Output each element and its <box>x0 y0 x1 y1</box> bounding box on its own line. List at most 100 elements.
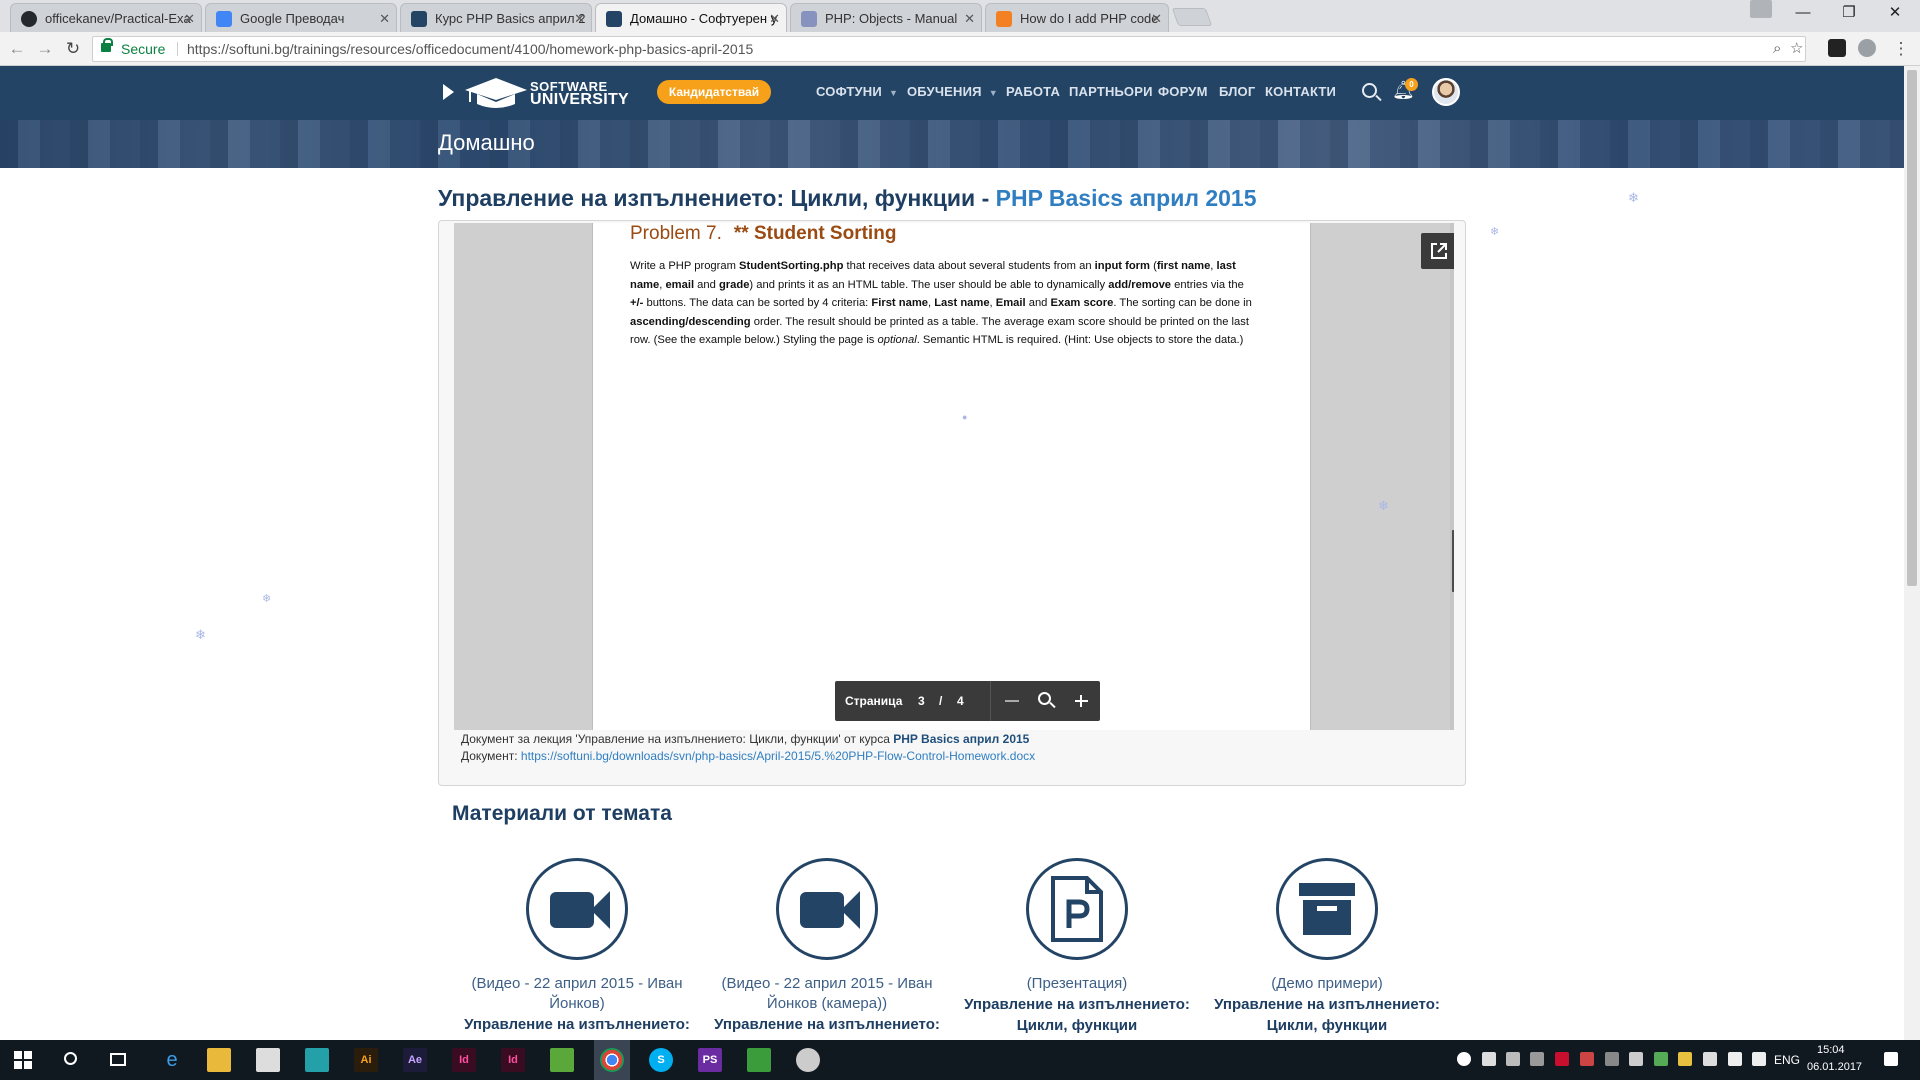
zoom-in-icon-vertical[interactable] <box>1080 695 1082 707</box>
material-video-camera[interactable]: (Видео - 22 април 2015 - Иван Йонков (ка… <box>712 858 942 1035</box>
address-bar-row: ← → ↻ Secure https://softuni.bg/training… <box>0 32 1920 66</box>
network-icon[interactable] <box>1728 1052 1742 1066</box>
popout-button[interactable] <box>1421 233 1454 269</box>
course-link[interactable]: PHP Basics април 2015 <box>996 185 1257 211</box>
defender-icon[interactable] <box>1482 1052 1496 1066</box>
chrome-icon[interactable] <box>600 1048 624 1072</box>
back-arrow-icon[interactable]: ← <box>6 38 28 60</box>
skype-icon[interactable]: S <box>649 1048 673 1072</box>
archive-box-icon[interactable] <box>1276 858 1378 960</box>
nav-forum[interactable]: ФОРУМ <box>1158 84 1208 99</box>
material-name[interactable]: Управление на изпълнението: Цикли, функц… <box>962 994 1192 1036</box>
clock-date[interactable]: 06.01.2017 <box>1807 1061 1862 1073</box>
tray-icon[interactable] <box>1580 1052 1594 1066</box>
close-icon[interactable]: ✕ <box>184 4 195 32</box>
url-input[interactable]: Secure https://softuni.bg/trainings/reso… <box>92 36 1806 62</box>
browser-tab-homework[interactable]: Домашно - Софтуерен у ✕ <box>595 3 787 32</box>
clock-time[interactable]: 15:04 <box>1817 1044 1845 1056</box>
indesign-icon[interactable]: Id <box>452 1048 476 1072</box>
reload-icon[interactable]: ↻ <box>62 38 84 60</box>
notepad-icon[interactable] <box>747 1048 771 1072</box>
close-icon[interactable]: ✕ <box>574 4 585 32</box>
graduation-cap-logo-icon[interactable] <box>465 76 527 108</box>
browser-tab-google-translate[interactable]: Google Преводач ✕ <box>205 3 397 32</box>
minimize-icon[interactable]: — <box>1780 0 1826 28</box>
material-name[interactable]: Управление на изпълнението: Цикли, функц… <box>1212 994 1442 1036</box>
video-camera-icon[interactable] <box>776 858 878 960</box>
extension-icon[interactable] <box>1858 39 1876 57</box>
app-icon[interactable] <box>305 1048 329 1072</box>
material-video[interactable]: (Видео - 22 април 2015 - Иван Йонков) Уп… <box>462 858 692 1035</box>
tray-icon[interactable] <box>1678 1052 1692 1066</box>
browser-tab-php-manual[interactable]: PHP: Objects - Manual ✕ <box>790 3 982 32</box>
profile-icon[interactable] <box>1750 0 1772 18</box>
page-scrollbar-thumb[interactable] <box>1907 70 1917 586</box>
forward-arrow-icon[interactable]: → <box>34 38 56 60</box>
material-name[interactable]: Управление на изпълнението: <box>712 1014 942 1035</box>
menu-dots-icon[interactable]: ⋮ <box>1890 38 1912 60</box>
material-name[interactable]: Управление на изпълнението: <box>462 1014 692 1035</box>
close-icon[interactable]: ✕ <box>964 4 975 32</box>
close-icon[interactable]: ✕ <box>769 4 780 32</box>
indesign-icon[interactable]: Id <box>501 1048 525 1072</box>
caption-course-link[interactable]: PHP Basics април 2015 <box>893 732 1029 746</box>
illustrator-icon[interactable]: Ai <box>354 1048 378 1072</box>
presentation-file-icon[interactable] <box>1026 858 1128 960</box>
zoom-magnifier-icon[interactable]: ⌕ <box>1773 37 1781 61</box>
search-icon[interactable] <box>1362 83 1377 98</box>
document-download-link[interactable]: https://softuni.bg/downloads/svn/php-bas… <box>521 749 1035 763</box>
nav-softuni[interactable]: СОФТУНИ ▼ <box>816 84 898 99</box>
apply-button[interactable]: Кандидатствай <box>657 80 771 104</box>
nav-partners[interactable]: ПАРТНЬОРИ <box>1069 84 1153 99</box>
window-close-icon[interactable]: ✕ <box>1872 0 1918 28</box>
viewer-scrollbar[interactable] <box>1450 223 1454 730</box>
windows-start-icon[interactable] <box>14 1051 32 1069</box>
zoom-out-icon[interactable] <box>1005 700 1019 702</box>
app-icon[interactable] <box>550 1048 574 1072</box>
nav-trainings[interactable]: ОБУЧЕНИЯ ▼ <box>907 84 998 99</box>
store-icon[interactable] <box>256 1048 280 1072</box>
avatar[interactable] <box>1432 78 1460 106</box>
input-language[interactable]: ENG <box>1774 1053 1800 1067</box>
browser-tab-github[interactable]: officekanev/Practical-Exa ✕ <box>10 3 202 32</box>
browser-tab-course[interactable]: Курс PHP Basics април 2 ✕ <box>400 3 592 32</box>
after-effects-icon[interactable]: Ae <box>403 1048 427 1072</box>
close-icon[interactable]: ✕ <box>1151 4 1162 32</box>
task-view-icon[interactable] <box>110 1053 126 1066</box>
action-center-icon[interactable] <box>1884 1052 1898 1066</box>
tray-icon[interactable] <box>1605 1052 1619 1066</box>
nav-blog[interactable]: БЛОГ <box>1219 84 1255 99</box>
document-viewport[interactable]: Problem 7. ** Student Sorting Write a PHP… <box>454 223 1454 730</box>
search-icon[interactable] <box>64 1052 77 1065</box>
browser-tab-stackoverflow[interactable]: How do I add PHP code ✕ <box>985 3 1169 32</box>
extension-icon[interactable] <box>1828 39 1846 57</box>
tray-icon[interactable] <box>1629 1052 1643 1066</box>
site-logo-text[interactable]: SOFTWARE UNIVERSITY <box>530 80 629 108</box>
page-label: Страница <box>845 694 903 708</box>
volume-icon[interactable] <box>1752 1052 1766 1066</box>
file-explorer-icon[interactable] <box>207 1048 231 1072</box>
tray-icon[interactable] <box>1654 1052 1668 1066</box>
video-camera-icon[interactable] <box>526 858 628 960</box>
viewer-scrollbar-thumb[interactable] <box>1452 530 1454 592</box>
bookmark-star-icon[interactable]: ☆ <box>1790 37 1803 61</box>
nav-jobs[interactable]: РАБОТА <box>1006 84 1060 99</box>
page-scrollbar[interactable] <box>1904 66 1920 1040</box>
zoom-icon[interactable] <box>1038 692 1051 705</box>
tray-icon[interactable] <box>1457 1052 1471 1066</box>
edge-icon[interactable]: e <box>160 1048 184 1072</box>
restore-icon[interactable]: ❐ <box>1826 0 1872 28</box>
tray-icon[interactable] <box>1530 1052 1544 1066</box>
nav-contacts[interactable]: КОНТАКТИ <box>1265 84 1336 99</box>
onedrive-icon[interactable] <box>1506 1052 1520 1066</box>
phpstorm-icon[interactable]: PS <box>698 1048 722 1072</box>
close-icon[interactable]: ✕ <box>379 4 390 32</box>
material-presentation[interactable]: (Презентация) Управление на изпълнението… <box>962 858 1192 1036</box>
tray-icon[interactable] <box>1703 1052 1717 1066</box>
new-tab-button[interactable] <box>1171 8 1213 26</box>
app-icon[interactable] <box>796 1048 820 1072</box>
material-demo[interactable]: (Демо примери) Управление на изпълнениет… <box>1212 858 1442 1036</box>
tray-icon[interactable] <box>1555 1052 1569 1066</box>
page-current-input[interactable]: 3 <box>918 694 925 708</box>
menu-toggle-icon[interactable] <box>443 84 454 100</box>
